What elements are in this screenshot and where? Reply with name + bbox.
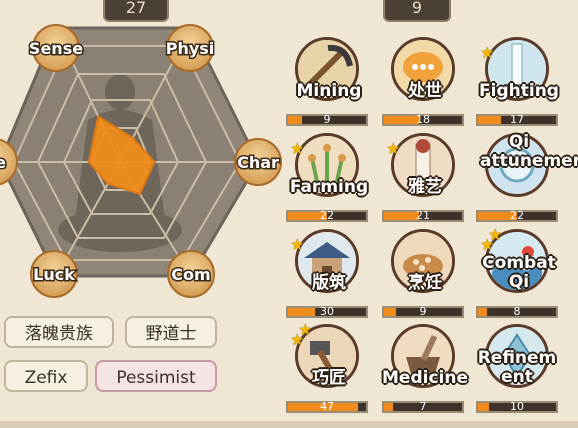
skill-value: 10	[510, 400, 524, 413]
vertex-medallion-bottom-left: Luck	[30, 250, 78, 298]
top-left-value: 27	[125, 0, 147, 17]
attribute-label-comprehension: Com	[171, 265, 210, 284]
attribute-radar-chart: Sense Physi Char Com Luck e	[0, 24, 282, 298]
skill-value: 8	[513, 305, 521, 318]
skill-tile[interactable]: ★ Fighting 17	[476, 37, 562, 132]
skill-tile[interactable]: ★ ★ Combat Qi 8	[476, 225, 562, 324]
skill-progress-bar: 18	[382, 113, 464, 126]
skill-name: 巧匠	[312, 368, 346, 388]
skill-progress-bar: 9	[286, 113, 368, 126]
skill-tile[interactable]: Qi attunement 22	[476, 132, 578, 228]
skill-tile[interactable]: Refinement 10	[476, 324, 562, 419]
skill-value: 22	[510, 209, 524, 222]
skill-progress-bar: 17	[476, 113, 558, 126]
skill-name: Fighting	[479, 81, 559, 101]
skill-name: Mining	[296, 81, 362, 101]
skill-value: 7	[419, 400, 427, 413]
attribute-label-charisma: Char	[237, 153, 279, 172]
skill-name: 处世	[408, 81, 442, 101]
star-icon: ★	[480, 43, 495, 62]
star-icon: ★	[386, 139, 401, 158]
skill-value: 21	[416, 209, 430, 222]
skill-progress-bar: 7	[382, 400, 464, 413]
skill-name: 版筑	[312, 273, 346, 293]
attribute-label-sense: Sense	[29, 39, 83, 58]
skill-name: Refinement	[477, 348, 557, 387]
top-left-counter: 27	[103, 0, 169, 22]
skill-value: 9	[419, 305, 427, 318]
attribute-label-physique: Physi	[166, 39, 215, 58]
trait-tag-4[interactable]: Pessimist	[95, 360, 217, 392]
star-icon: ★	[290, 139, 305, 158]
skill-value: 17	[510, 113, 524, 126]
top-right-counter: 9	[383, 0, 451, 22]
skill-value: 22	[320, 209, 334, 222]
skill-tile[interactable]: 处世 18	[382, 37, 468, 132]
attribute-label-luck: Luck	[33, 265, 75, 284]
skill-progress-bar: 22	[476, 209, 558, 222]
skill-value: 47	[320, 400, 334, 413]
vertex-medallion-bottom-right: Com	[167, 250, 215, 298]
trait-tag-1[interactable]: 落魄贵族	[4, 316, 114, 348]
skill-progress-bar: 10	[476, 400, 558, 413]
star-icon: ★	[488, 225, 503, 244]
trait-label: 落魄贵族	[25, 324, 93, 344]
skill-value: 9	[323, 113, 331, 126]
skill-tile[interactable]: ★ ★ 巧匠 47	[286, 320, 372, 419]
attribute-label-left: e	[0, 153, 6, 172]
vertex-medallion-right: Char	[234, 138, 282, 186]
skill-tile[interactable]: ★ 版筑 30	[286, 229, 372, 324]
trait-tag-3[interactable]: Zefix	[4, 360, 88, 392]
skill-name: 烹饪	[408, 273, 442, 293]
skill-progress-bar: 8	[476, 305, 558, 318]
skill-progress-bar: 22	[286, 209, 368, 222]
vertex-medallion-top-right: Physi	[164, 24, 216, 72]
skill-value: 18	[416, 113, 430, 126]
skill-name: 雅艺	[408, 177, 442, 197]
skill-value: 30	[320, 305, 334, 318]
skill-name: Farming	[289, 177, 369, 197]
trait-label: 野道士	[145, 324, 197, 344]
skill-progress-bar: 9	[382, 305, 464, 318]
skill-tile[interactable]: Medicine 7	[382, 324, 468, 419]
skill-tile[interactable]: 烹饪 9	[382, 229, 468, 324]
star-icon: ★	[298, 320, 313, 339]
top-right-value: 9	[411, 0, 423, 17]
skill-name: Combat Qi	[482, 253, 556, 292]
trait-tag-2[interactable]: 野道士	[125, 316, 217, 348]
skill-tile[interactable]: Mining 9	[286, 37, 372, 132]
trait-label: Zefix	[24, 368, 68, 388]
skill-tile[interactable]: ★ Farming 22	[286, 133, 372, 228]
skill-name: Medicine	[382, 368, 468, 388]
bottom-tab-strip	[0, 421, 578, 428]
star-icon: ★	[290, 235, 305, 254]
skill-progress-bar: 30	[286, 305, 368, 318]
skill-progress-bar: 21	[382, 209, 464, 222]
skill-progress-bar: 47	[286, 400, 368, 413]
trait-label: Pessimist	[116, 368, 196, 388]
skill-name: Qi attunement	[480, 132, 578, 171]
skill-tile[interactable]: ★ 雅艺 21	[382, 133, 468, 228]
